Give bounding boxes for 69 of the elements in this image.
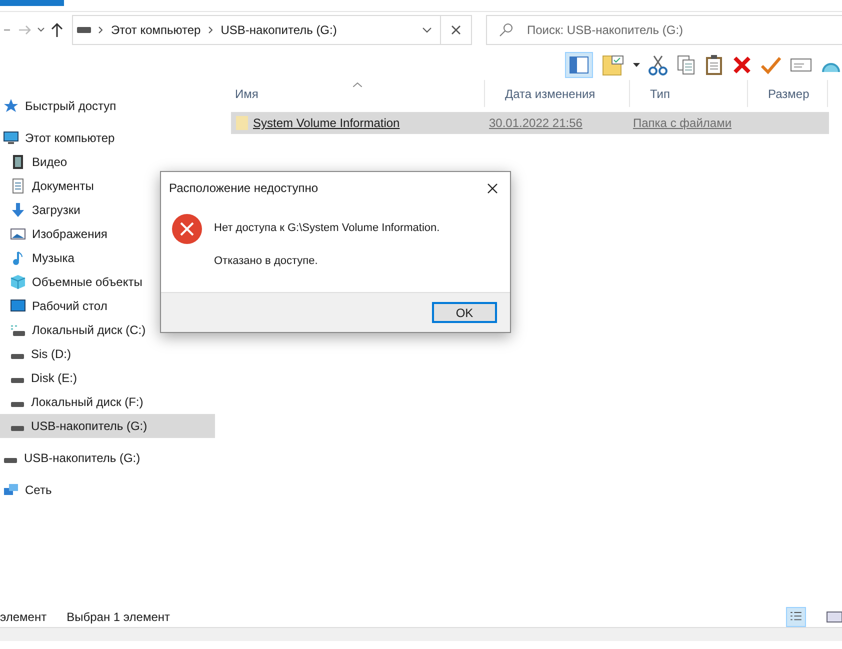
image-icon — [10, 226, 26, 242]
nav-item[interactable]: Sis (D:) — [0, 342, 215, 366]
chevron-down-icon[interactable] — [422, 26, 432, 34]
nav-item[interactable]: Этот компьютер — [0, 126, 215, 150]
scissors-icon[interactable] — [648, 54, 668, 76]
nav-item[interactable]: Сеть — [0, 478, 215, 502]
sort-caret-icon — [353, 82, 362, 87]
close-icon[interactable] — [487, 182, 498, 194]
drive-icon — [4, 458, 17, 463]
drive-icon — [11, 402, 24, 407]
folder-icon — [235, 115, 249, 131]
date-cell-text: 30.01.2022 21:56 — [489, 115, 584, 132]
drive-icon — [11, 354, 24, 359]
search-icon — [499, 23, 513, 37]
properties-icon[interactable] — [601, 54, 625, 76]
chevron-down-icon[interactable] — [36, 26, 46, 34]
breadcrumb-link[interactable]: USB-накопитель (G:) — [220, 21, 337, 39]
delete-icon[interactable] — [732, 55, 752, 75]
chevron-right-icon — [208, 26, 214, 34]
nav-item[interactable]: Локальный диск (F:) — [0, 390, 215, 414]
nav-item[interactable]: Быстрый доступ — [0, 94, 215, 118]
dialog-title: Расположение недоступно — [169, 180, 320, 197]
doc-icon — [10, 178, 26, 194]
preview-pane-icon[interactable] — [565, 52, 593, 78]
caret-icon[interactable] — [633, 63, 640, 67]
nav-item[interactable]: USB-накопитель (G:) — [0, 414, 215, 438]
desktop-icon — [10, 298, 26, 314]
film-icon — [10, 154, 26, 170]
clipboard-icon[interactable] — [704, 54, 724, 76]
column-header[interactable]: Имя — [215, 80, 485, 107]
ok-button[interactable]: OK — [432, 302, 497, 323]
checkmark-icon[interactable] — [760, 55, 782, 75]
star-icon — [3, 98, 19, 114]
drive-icon — [11, 426, 24, 431]
error-detail: Отказано в доступе. — [214, 254, 319, 268]
nav-item[interactable]: Загрузки — [0, 198, 215, 222]
nav-item[interactable]: Объемные объекты — [0, 270, 215, 294]
error-message: Нет доступа к G:\System Volume Information. — [214, 221, 440, 236]
address-bar[interactable]: Этот компьютер USB-накопитель (G:) — [72, 15, 472, 45]
item-count: элемент — [0, 609, 47, 626]
file-name: System Volume Information — [253, 115, 401, 132]
nav-item[interactable]: USB-накопитель (G:) — [0, 446, 215, 470]
drive-icon — [77, 26, 91, 34]
cube-icon — [10, 274, 26, 290]
column-header[interactable]: Дата изменения — [485, 80, 630, 107]
breadcrumb-link[interactable]: Этот компьютер — [111, 21, 201, 39]
column-header[interactable]: Размер — [748, 80, 828, 107]
nav-item[interactable]: Изображения — [0, 222, 215, 246]
close-icon[interactable] — [451, 25, 461, 35]
file-row[interactable]: System Volume Information 30.01.2022 21:56 Папка с файлами — [231, 112, 829, 134]
details-view-icon[interactable] — [786, 607, 806, 627]
monitor-icon — [3, 130, 19, 146]
network-icon — [3, 482, 19, 498]
nav-item[interactable]: Локальный диск (C:) — [0, 318, 215, 342]
rename-icon[interactable] — [790, 57, 812, 73]
selection-status: Выбран 1 элемент — [66, 609, 170, 626]
type-cell-text: Папка с файлами — [633, 115, 732, 132]
chevron-right-icon — [98, 26, 104, 34]
nav-item[interactable]: Музыка — [0, 246, 215, 270]
nav-item[interactable]: Рабочий стол — [0, 294, 215, 318]
search-field[interactable]: Поиск: USB-накопитель (G:) — [486, 15, 842, 45]
up-arrow-icon[interactable] — [50, 22, 64, 38]
nav-item[interactable]: Disk (E:) — [0, 366, 215, 390]
column-header[interactable]: Тип — [630, 80, 748, 107]
copy-icon[interactable] — [676, 54, 696, 76]
nav-item[interactable]: Видео — [0, 150, 215, 174]
down-icon — [10, 202, 26, 218]
error-icon — [172, 214, 202, 244]
drive-icon — [11, 378, 24, 383]
